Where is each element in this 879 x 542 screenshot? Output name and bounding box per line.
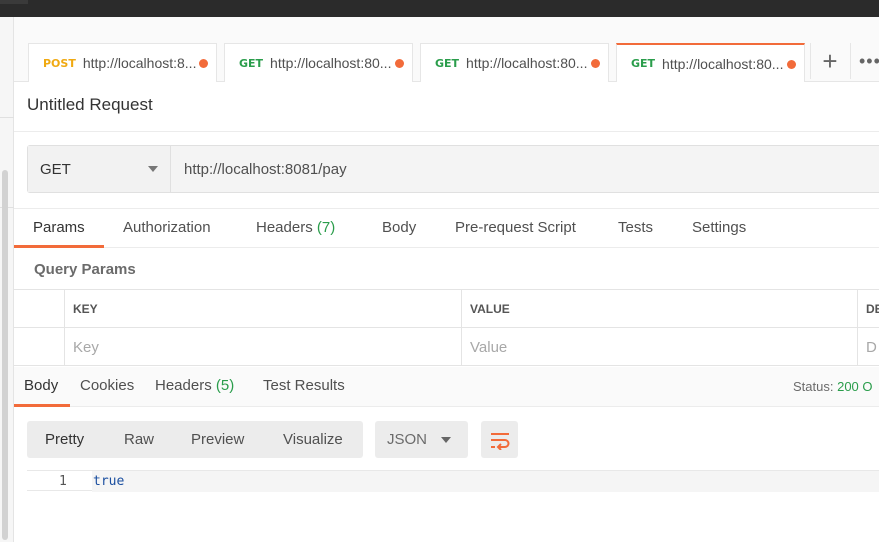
unsaved-dot-icon	[395, 59, 404, 68]
response-tab-headers[interactable]: Headers (5)	[155, 377, 234, 394]
request-tab-strip: POST http://localhost:8... GET http://lo…	[14, 17, 879, 82]
language-dropdown-value: JSON	[387, 431, 428, 448]
table-header-row: KEY VALUE DE	[14, 290, 879, 328]
response-headers-count-badge: (5)	[215, 377, 235, 394]
request-title[interactable]: Untitled Request	[27, 95, 153, 115]
url-bar: GET	[27, 145, 879, 193]
url-input[interactable]	[172, 146, 879, 192]
unsaved-dot-icon	[787, 60, 796, 69]
tab-method-label: GET	[435, 56, 460, 70]
tab-url-label: http://localhost:80...	[270, 55, 392, 71]
key-placeholder: Key	[73, 338, 99, 356]
column-header-label: VALUE	[470, 302, 510, 316]
tab-method-label: POST	[43, 56, 76, 70]
format-toggle-group: Pretty Raw Preview Visualize	[27, 421, 363, 458]
query-params-title: Query Params	[34, 261, 136, 278]
unsaved-dot-icon	[591, 59, 600, 68]
status-label: Status:	[793, 379, 834, 394]
line-number: 1	[59, 474, 67, 489]
ellipsis-icon: •••	[859, 50, 879, 71]
request-tab-4-active[interactable]: GET http://localhost:80...	[616, 43, 805, 82]
window-titlebar	[0, 0, 879, 17]
tab-prerequest-script[interactable]: Pre-request Script	[455, 219, 576, 236]
tab-settings[interactable]: Settings	[692, 219, 746, 236]
tab-separator	[810, 43, 811, 79]
column-header-description: DE	[857, 290, 879, 328]
titlebar-stub	[0, 0, 28, 4]
sidebar-collapsed	[0, 17, 14, 542]
format-pretty-button[interactable]: Pretty	[45, 421, 84, 458]
column-header-value: VALUE	[461, 290, 857, 328]
tab-url-label: http://localhost:80...	[466, 55, 588, 71]
column-header-key: KEY	[64, 290, 461, 328]
sidebar-scrollbar[interactable]	[2, 170, 8, 540]
response-tab-cookies[interactable]: Cookies	[80, 377, 134, 394]
headers-count-badge: (7)	[316, 219, 336, 236]
language-dropdown[interactable]: JSON	[375, 421, 468, 458]
chevron-down-icon	[441, 437, 451, 443]
description-field[interactable]: D	[857, 328, 879, 366]
key-field[interactable]: Key	[64, 328, 461, 366]
tab-body[interactable]: Body	[382, 219, 416, 236]
more-tabs-button[interactable]: •••	[850, 43, 879, 79]
request-tab-3[interactable]: GET http://localhost:80...	[420, 43, 609, 82]
column-header-label: DE	[866, 302, 879, 316]
status-code: 200 O	[837, 379, 873, 394]
wrap-lines-icon	[490, 432, 509, 450]
format-preview-button[interactable]: Preview	[191, 421, 244, 458]
code-line-highlight	[92, 471, 879, 492]
response-tab-body[interactable]: Body	[24, 377, 58, 394]
method-dropdown-value: GET	[40, 160, 71, 178]
tab-method-label: GET	[239, 56, 264, 70]
query-params-table: KEY VALUE DE Key Value D	[14, 289, 879, 367]
tab-url-label: http://localhost:8...	[82, 55, 197, 71]
response-tab-headers-label: Headers	[155, 377, 212, 394]
wrap-lines-button[interactable]	[481, 421, 518, 458]
divider	[14, 131, 879, 132]
tab-headers[interactable]: Headers (7)	[256, 219, 335, 236]
active-tab-indicator	[14, 245, 104, 248]
request-tab-2[interactable]: GET http://localhost:80...	[224, 43, 413, 82]
code-line-text: true	[93, 474, 125, 489]
table-row: Key Value D	[14, 328, 879, 366]
tab-method-label: GET	[631, 57, 656, 70]
response-tabs: Body Cookies Headers (5) Test Results St…	[14, 367, 879, 407]
new-tab-button[interactable]: +	[812, 43, 848, 79]
unsaved-dot-icon	[199, 59, 208, 68]
column-header-label: KEY	[73, 302, 98, 316]
request-tab-1[interactable]: POST http://localhost:8...	[28, 43, 217, 82]
response-status: Status: 200 O	[793, 379, 873, 394]
plus-icon: +	[822, 45, 838, 76]
response-tab-test-results[interactable]: Test Results	[263, 377, 345, 394]
format-raw-button[interactable]: Raw	[124, 421, 154, 458]
method-dropdown[interactable]: GET	[28, 146, 171, 192]
tab-url-label: http://localhost:80...	[662, 55, 784, 72]
description-placeholder: D	[866, 338, 877, 356]
value-placeholder: Value	[470, 338, 508, 356]
tab-params[interactable]: Params	[33, 219, 85, 236]
value-field[interactable]: Value	[461, 328, 857, 366]
sidebar-divider	[0, 117, 14, 118]
active-tab-indicator	[14, 404, 70, 407]
chevron-down-icon	[148, 166, 158, 172]
tab-tests[interactable]: Tests	[618, 219, 653, 236]
format-visualize-button[interactable]: Visualize	[283, 421, 343, 458]
tab-authorization[interactable]: Authorization	[123, 219, 211, 236]
tab-headers-label: Headers	[256, 219, 313, 236]
response-body-editor[interactable]: 1 true	[27, 470, 879, 492]
request-config-tabs: Params Authorization Headers (7) Body Pr…	[14, 208, 879, 248]
